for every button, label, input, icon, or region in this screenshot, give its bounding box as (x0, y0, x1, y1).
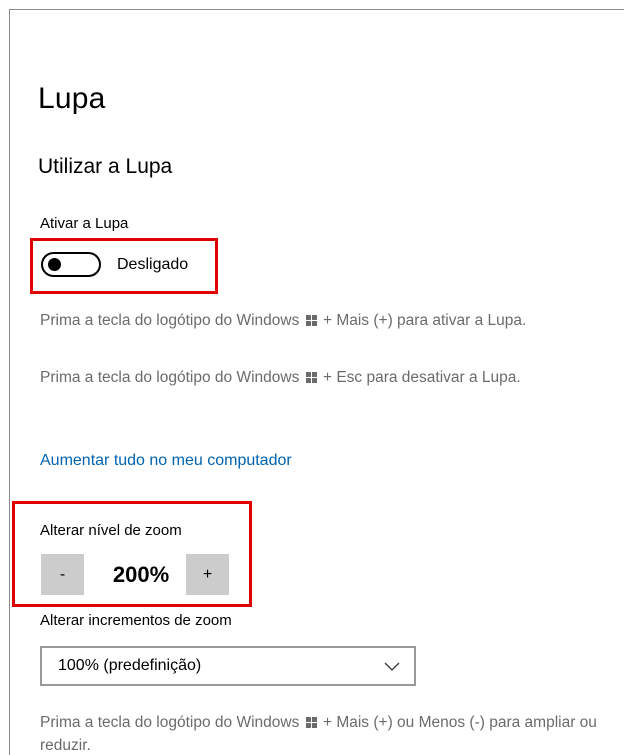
zoom-increase-button[interactable]: + (186, 554, 229, 595)
help-zoom-before: Prima a tecla do logótipo do Windows (40, 714, 300, 731)
help-text-deactivate: Prima a tecla do logótipo do Windows + E… (40, 366, 624, 389)
help-text-activate: Prima a tecla do logótipo do Windows + M… (40, 309, 624, 332)
section-title: Utilizar a Lupa (38, 155, 173, 178)
toggle-state-text: Desligado (117, 256, 189, 273)
zoom-increments-dropdown[interactable]: 100% (predefinição) (40, 646, 416, 686)
zoom-level-value: 200% (112, 562, 170, 587)
zoom-level-label: Alterar nível de zoom (40, 522, 182, 539)
chevron-down-icon (384, 662, 400, 671)
magnifier-toggle[interactable] (41, 252, 101, 277)
page-title: Lupa (38, 82, 106, 115)
help-activate-after: + Mais (+) para ativar a Lupa. (322, 312, 527, 329)
toggle-knob (48, 258, 61, 271)
scale-everything-link[interactable]: Aumentar tudo no meu computador (40, 452, 292, 470)
help-deactivate-after: + Esc para desativar a Lupa. (322, 369, 521, 386)
help-deactivate-before: Prima a tecla do logótipo do Windows (40, 369, 300, 386)
zoom-increments-label: Alterar incrementos de zoom (40, 612, 232, 629)
help-activate-before: Prima a tecla do logótipo do Windows (40, 312, 300, 329)
magnifier-toggle-label: Ativar a Lupa (40, 215, 129, 232)
windows-logo-icon (305, 372, 317, 383)
windows-logo-icon (305, 717, 317, 728)
zoom-increments-selected: 100% (predefinição) (58, 657, 202, 674)
zoom-decrease-button[interactable]: - (41, 554, 84, 595)
help-text-zoom-keys: Prima a tecla do logótipo do Windows + M… (40, 711, 624, 755)
windows-logo-icon (305, 315, 317, 326)
